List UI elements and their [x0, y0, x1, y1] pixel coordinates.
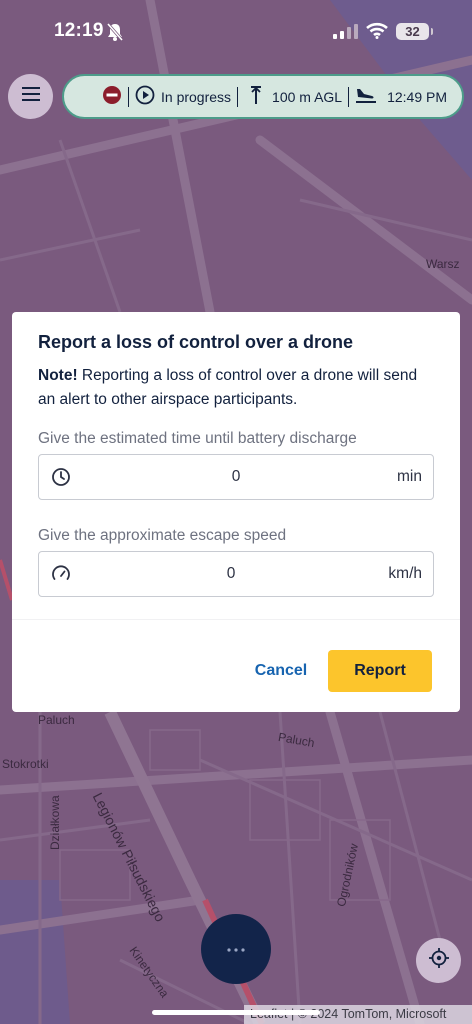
- more-dots-icon: [226, 940, 246, 958]
- altitude-icon: [250, 85, 262, 108]
- flight-altitude-text: 100 m AGL: [272, 88, 343, 105]
- flight-altitude: 100 m AGL: [250, 85, 342, 108]
- cancel-button[interactable]: Cancel: [233, 652, 329, 690]
- dialog-note: Note! Reporting a loss of control over a…: [38, 364, 438, 412]
- map-label-paluch-left: Paluch: [38, 713, 75, 727]
- locate-crosshair-icon: [428, 947, 450, 974]
- menu-button[interactable]: [8, 74, 53, 119]
- flight-status-pill[interactable]: In progress 100 m AGL 12:49 PM: [62, 74, 464, 119]
- escape-speed-value[interactable]: 0: [39, 565, 423, 583]
- battery-time-unit: min: [397, 468, 422, 485]
- status-time: 12:19: [54, 20, 104, 41]
- flight-landing-time: 12:49 PM: [387, 88, 448, 105]
- dialog-title: Report a loss of control over a drone: [38, 332, 354, 352]
- hamburger-menu-icon: [21, 86, 40, 107]
- map-label-warszawa: Warsz: [426, 257, 460, 271]
- landing-icon: [355, 86, 377, 107]
- dialog-divider: [12, 619, 460, 620]
- more-button[interactable]: [201, 914, 271, 984]
- report-button[interactable]: Report: [328, 650, 432, 692]
- flight-state-text: In progress: [161, 88, 232, 105]
- flight-state: In progress: [135, 85, 231, 108]
- home-indicator[interactable]: [152, 1010, 320, 1015]
- flight-landing: 12:49 PM: [355, 86, 447, 107]
- locate-button[interactable]: [416, 938, 461, 983]
- battery-time-field[interactable]: 0 min: [38, 454, 434, 500]
- dialog-note-text: Reporting a loss of control over a drone…: [38, 367, 418, 408]
- battery-field-label: Give the estimated time until battery di…: [38, 430, 357, 447]
- battery-time-value[interactable]: 0: [39, 468, 433, 486]
- play-circle-icon: [135, 85, 155, 108]
- speed-field-label: Give the approximate escape speed: [38, 527, 287, 544]
- signal-icon: [333, 24, 359, 44]
- report-loss-dialog: Report a loss of control over a drone No…: [12, 312, 460, 712]
- pill-separator: [348, 86, 350, 107]
- escape-speed-unit: km/h: [388, 565, 422, 582]
- no-entry-icon: [102, 85, 122, 108]
- bell-slash-icon: [106, 22, 124, 47]
- map-label-stokrotki: Stokrotki: [2, 757, 49, 771]
- pill-separator: [237, 86, 239, 107]
- map-label-dzialkowa: Działkowa: [48, 795, 62, 850]
- dialog-note-bold: Note!: [38, 367, 78, 384]
- battery-icon: 32: [396, 23, 433, 40]
- pill-separator: [128, 86, 129, 107]
- escape-speed-field[interactable]: 0 km/h: [38, 551, 434, 597]
- wifi-icon: [366, 22, 388, 44]
- status-bar: 12:19 32: [0, 0, 472, 64]
